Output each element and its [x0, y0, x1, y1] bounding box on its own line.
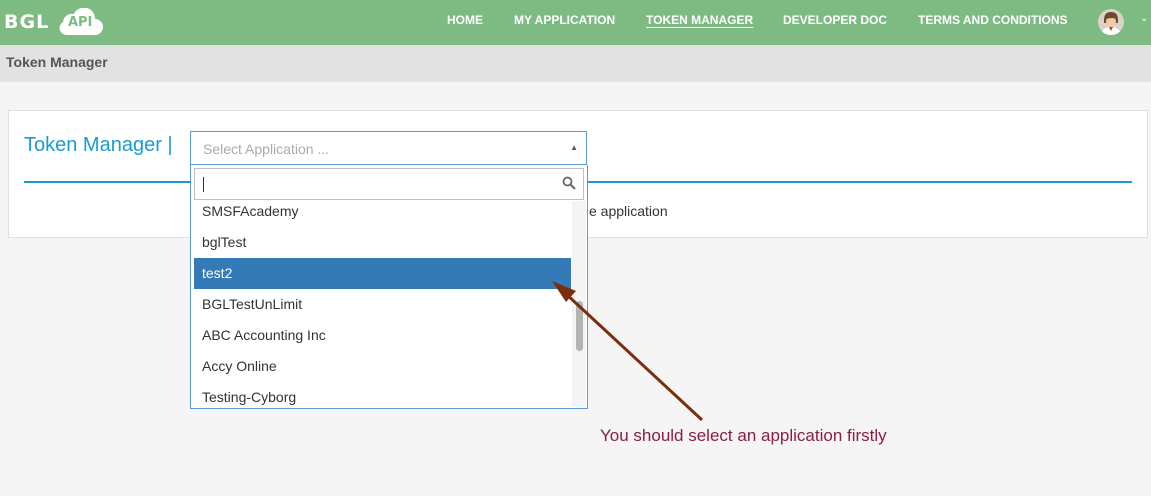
annotation-arrow-icon [552, 281, 704, 422]
annotation-text: You should select an application firstly [600, 426, 887, 445]
